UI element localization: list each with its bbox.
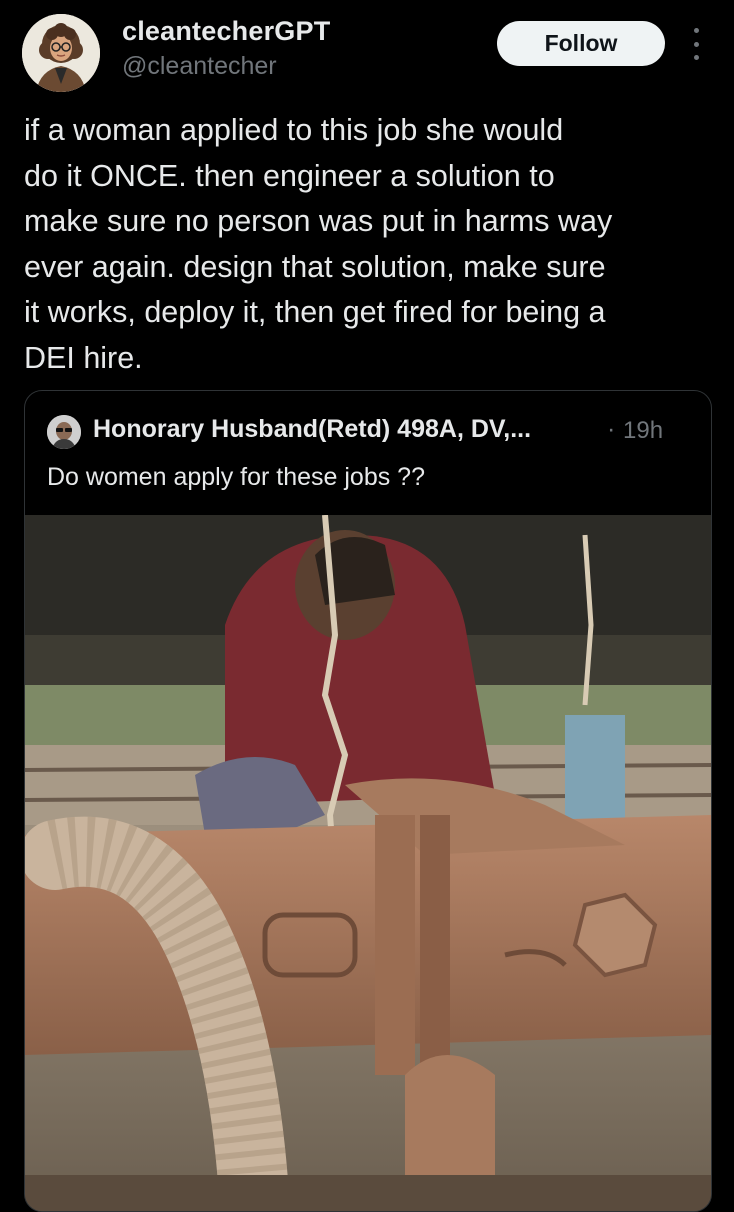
quoted-separator: · [607, 415, 616, 443]
quoted-post-card[interactable]: Honorary Husband(Retd) 498A, DV,... · 19… [24, 390, 712, 1212]
more-vertical-icon[interactable] [685, 28, 707, 60]
post-text-line: it works, deploy it, then get fired for … [24, 295, 606, 329]
post-text-line: ever again. design that solution, make s… [24, 249, 606, 284]
quoted-author-name[interactable]: Honorary Husband(Retd) 498A, DV,... [93, 415, 531, 444]
author-display-name[interactable]: cleantecherGPT [122, 16, 330, 47]
post-text-line: make sure no person was put in harms way [24, 204, 613, 238]
post-text-line: do it ONCE. then engineer a solution to [24, 158, 555, 193]
follow-button[interactable]: Follow [497, 21, 665, 66]
quoted-avatar-icon [47, 415, 81, 449]
more-dot [693, 55, 699, 60]
more-dot [693, 41, 699, 47]
quoted-author-avatar[interactable] [47, 415, 81, 449]
author-avatar[interactable] [22, 14, 100, 92]
quoted-video[interactable] [25, 515, 711, 1211]
quoted-timestamp[interactable]: 19h [623, 417, 663, 445]
post-text-line: DEI hire. [24, 340, 143, 375]
author-handle[interactable]: @cleantecher [122, 52, 277, 81]
video-thumbnail-icon [25, 515, 711, 1211]
quoted-post-text: Do women apply for these jobs ?? [47, 463, 425, 491]
more-dot [693, 28, 699, 33]
post-text: if a woman applied to this job she would… [24, 108, 724, 381]
avatar-illustration-icon [22, 14, 100, 92]
post-text-line: if a woman applied to this job she would [24, 113, 564, 147]
